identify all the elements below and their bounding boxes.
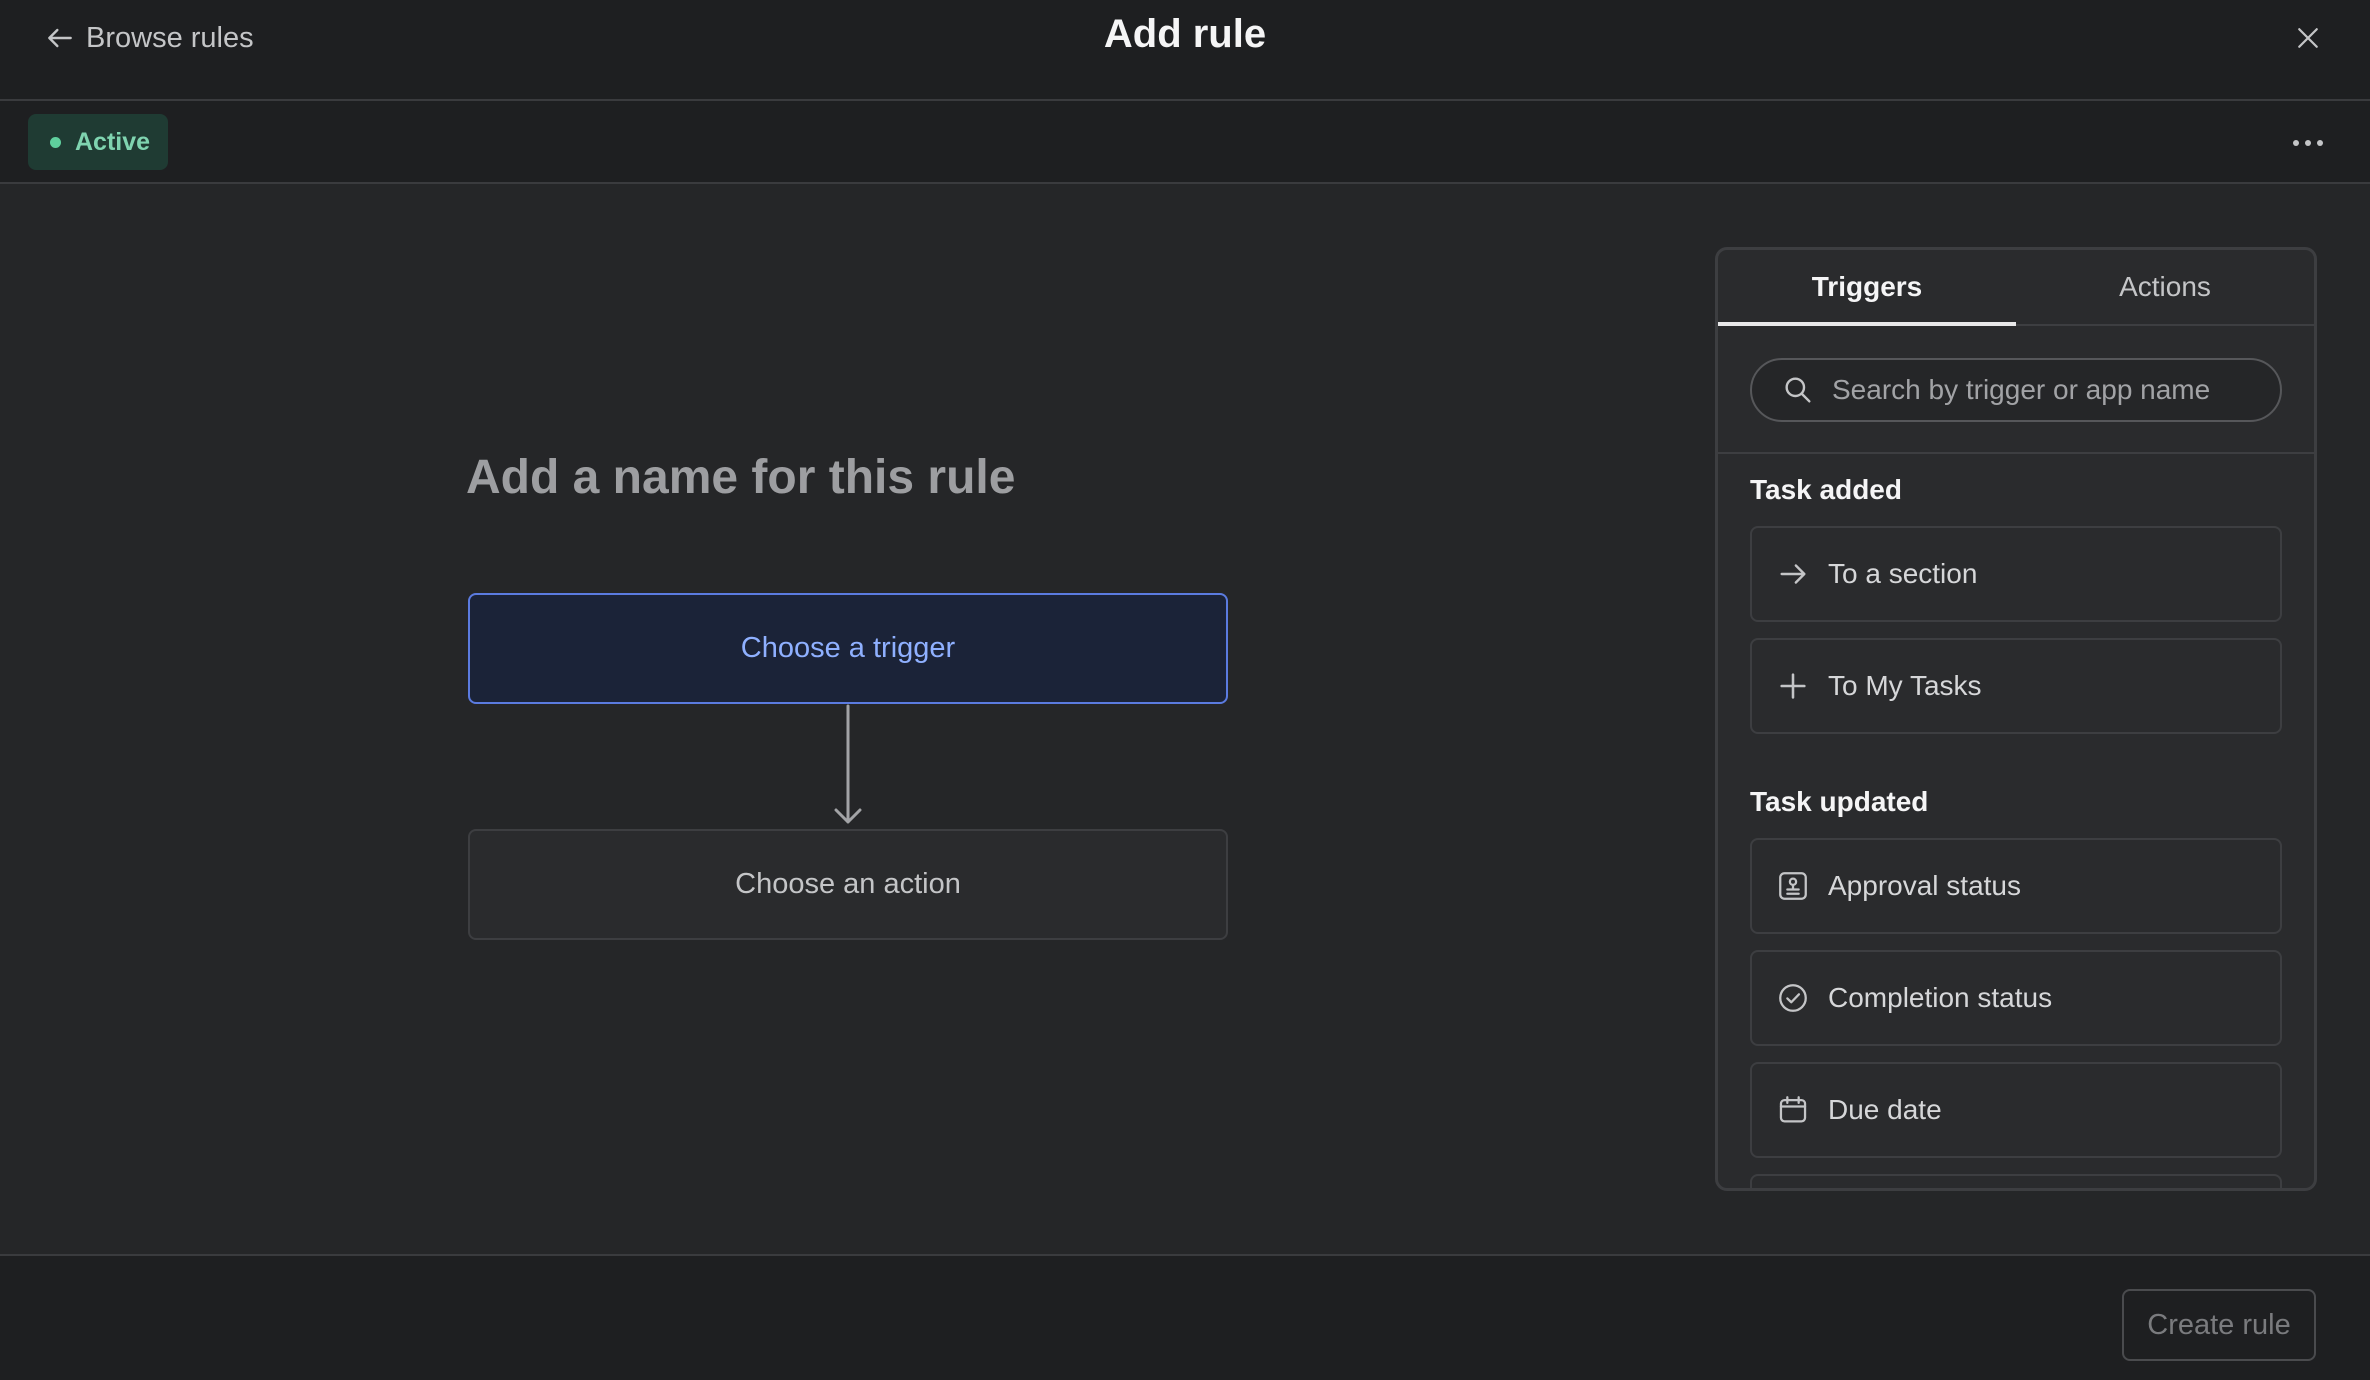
- search-icon: [1785, 377, 1811, 403]
- check-circle-icon: [1779, 984, 1807, 1012]
- close-button[interactable]: [2290, 20, 2326, 56]
- tab-triggers[interactable]: Triggers: [1718, 250, 2016, 326]
- dialog-header: Browse rules Add rule: [0, 0, 2370, 101]
- choose-action-box[interactable]: Choose an action: [468, 829, 1228, 940]
- trigger-item-to-a-section[interactable]: To a section: [1750, 526, 2282, 622]
- status-badge[interactable]: Active: [28, 114, 169, 170]
- more-dot-icon: [2305, 140, 2311, 146]
- panel-tabs: Triggers Actions: [1718, 250, 2314, 326]
- trigger-item-label: Due date: [1828, 1094, 1942, 1125]
- more-dot-icon: [2317, 140, 2323, 146]
- group-title-task-added: Task added: [1750, 474, 1902, 505]
- trigger-item-completion-status[interactable]: Completion status: [1750, 950, 2282, 1046]
- trigger-item-approval-status[interactable]: Approval status: [1750, 838, 2282, 934]
- trigger-item-label: Approval status: [1828, 870, 2021, 901]
- status-dot-icon: [50, 136, 61, 148]
- page-title: Add rule: [1103, 12, 1267, 56]
- trigger-item-partial[interactable]: [1750, 1174, 2282, 1188]
- approval-stamp-icon: [1779, 872, 1807, 900]
- arrow-right-icon: [1780, 564, 1806, 584]
- create-rule-button[interactable]: Create rule: [2122, 1289, 2316, 1361]
- status-label: Active: [75, 127, 151, 156]
- trigger-item-label: To a section: [1828, 558, 1978, 589]
- search-box[interactable]: [1750, 358, 2282, 422]
- trigger-picker-panel: Triggers Actions Task added To a section: [1715, 247, 2317, 1191]
- trigger-item-label: To My Tasks: [1828, 670, 1982, 701]
- rule-toolbar: Active: [0, 101, 2370, 184]
- trigger-item-label: Completion status: [1828, 982, 2053, 1013]
- plus-icon: [1780, 673, 1806, 699]
- calendar-icon: [1779, 1096, 1807, 1123]
- more-options-button[interactable]: [2286, 123, 2330, 163]
- connector-arrow-icon: [834, 704, 862, 824]
- dialog-footer: Create rule: [0, 1254, 2370, 1380]
- group-title-task-updated: Task updated: [1750, 786, 1929, 817]
- add-rule-dialog: Browse rules Add rule Active Add a name …: [0, 0, 2370, 1380]
- rule-name-input[interactable]: Add a name for this rule: [466, 450, 1266, 505]
- trigger-item-due-date[interactable]: Due date: [1750, 1062, 2282, 1158]
- trigger-item-to-my-tasks[interactable]: To My Tasks: [1750, 638, 2282, 734]
- tab-actions[interactable]: Actions: [2016, 250, 2314, 324]
- choose-trigger-box[interactable]: Choose a trigger: [468, 593, 1228, 704]
- trigger-list: Task added To a section To My Tasks Task…: [1718, 474, 2314, 1188]
- more-dot-icon: [2293, 140, 2299, 146]
- search-input[interactable]: [1832, 374, 2272, 406]
- close-icon: [2298, 28, 2318, 48]
- search-section: [1718, 326, 2314, 454]
